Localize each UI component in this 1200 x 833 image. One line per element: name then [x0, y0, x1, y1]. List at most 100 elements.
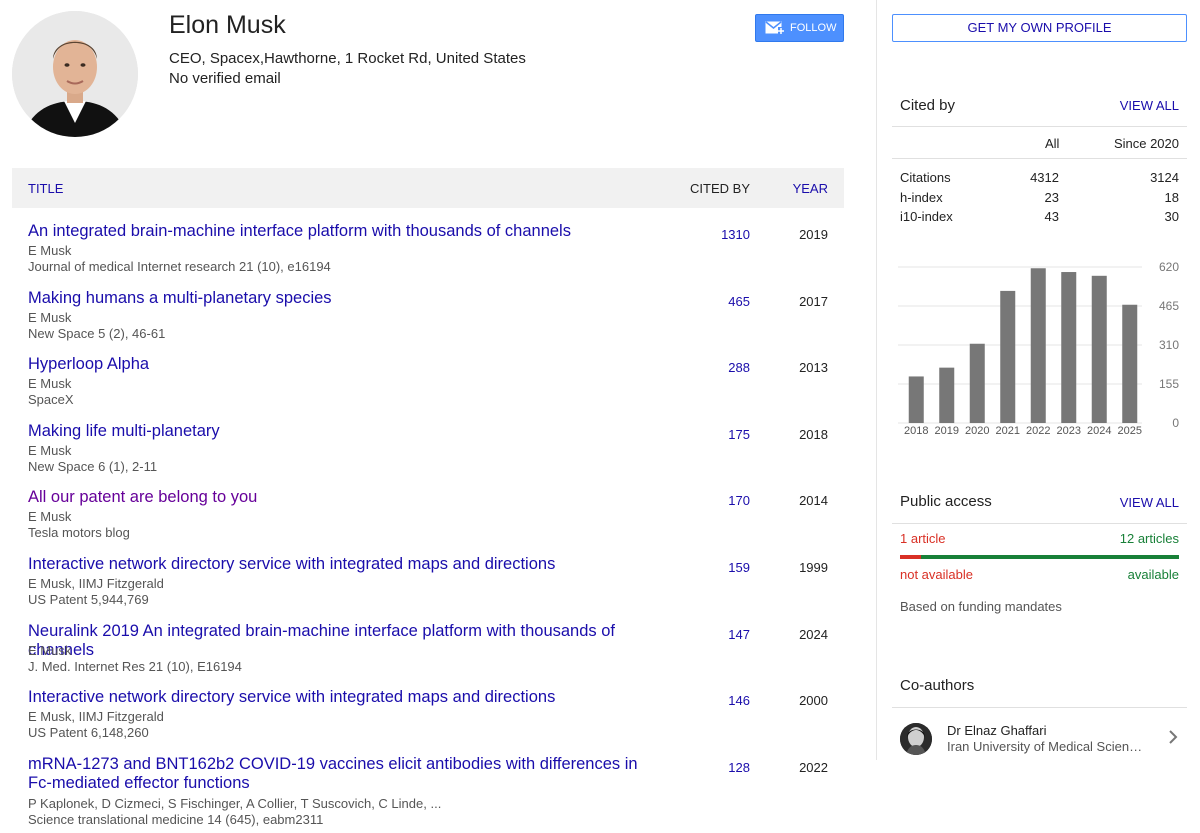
stat-since-value: 30: [1164, 209, 1179, 224]
publication-title[interactable]: Hyperloop Alpha: [28, 355, 658, 374]
divider: [892, 707, 1187, 708]
chart-x-tick-label: 2019: [935, 425, 959, 437]
chart-bar[interactable]: [1030, 268, 1046, 423]
chart-x-tick-label: 2018: [904, 425, 928, 437]
publication-title[interactable]: Neuralink 2019 An integrated brain-machi…: [28, 622, 658, 660]
publication-title[interactable]: Making life multi-planetary: [28, 422, 658, 441]
publication-title[interactable]: Making humans a multi-planetary species: [28, 289, 658, 308]
divider: [892, 152, 1187, 159]
table-row: mRNA-1273 and BNT162b2 COVID-19 vaccines…: [12, 755, 844, 827]
publication-year: 2018: [799, 426, 828, 442]
follow-button[interactable]: FOLLOW: [755, 14, 844, 42]
not-available-count-link[interactable]: 1 article: [900, 531, 946, 546]
stats-col-since: Since 2020: [1113, 136, 1179, 151]
coauthor-name[interactable]: Dr Elnaz Ghaffari: [947, 723, 1046, 738]
chart-bar[interactable]: [1091, 275, 1107, 423]
chart-bar[interactable]: [1061, 272, 1077, 423]
publication-year: 1999: [799, 559, 828, 575]
chart-bar[interactable]: [969, 343, 985, 423]
stats-row: h-index 23 18: [900, 190, 1179, 210]
publication-title[interactable]: Interactive network directory service wi…: [28, 555, 658, 574]
publication-venue: US Patent 6,148,260: [28, 725, 149, 741]
cited-by-count[interactable]: 170: [728, 493, 750, 508]
get-my-own-profile-button[interactable]: GET MY OWN PROFILE: [892, 14, 1187, 42]
available-label: available: [1127, 567, 1179, 582]
sort-by-cited[interactable]: CITED BY: [690, 181, 750, 196]
publication-venue: Tesla motors blog: [28, 525, 130, 541]
coauthor-photo-icon: [900, 723, 932, 755]
profile-photo: [12, 11, 138, 137]
publication-title[interactable]: An integrated brain-machine interface pl…: [28, 222, 658, 241]
publication-authors: P Kaplonek, D Cizmeci, S Fischinger, A C…: [28, 795, 442, 811]
table-row: Making humans a multi-planetary species …: [12, 289, 844, 356]
profile-name: Elon Musk: [169, 11, 286, 39]
not-available-label: not available: [900, 567, 973, 582]
chart-bar[interactable]: [1122, 304, 1138, 423]
co-authors-title: Co-authors: [900, 677, 975, 694]
chart-x-tick-label: 2023: [1057, 425, 1081, 437]
publication-year: 2019: [799, 227, 828, 242]
stats-col-all: All: [1045, 136, 1060, 151]
cited-by-count[interactable]: 465: [728, 294, 750, 309]
publication-authors: E Musk: [28, 376, 72, 392]
publication-year: 2017: [799, 293, 828, 309]
stat-label[interactable]: h-index: [900, 190, 943, 205]
publication-authors: E Musk: [28, 309, 72, 325]
cited-by-count[interactable]: 128: [728, 760, 750, 775]
sort-by-year[interactable]: YEAR: [793, 181, 828, 196]
cited-by-count[interactable]: 147: [728, 627, 750, 642]
publication-title[interactable]: mRNA-1273 and BNT162b2 COVID-19 vaccines…: [28, 755, 658, 793]
cited-by-count[interactable]: 159: [728, 560, 750, 575]
cited-by-count[interactable]: 288: [728, 360, 750, 375]
stat-all-value: 23: [1044, 189, 1059, 205]
publications-table-header: TITLE CITED BY YEAR: [12, 168, 844, 208]
cited-by-count[interactable]: 175: [728, 427, 750, 442]
chevron-right-icon[interactable]: [1167, 729, 1179, 745]
publication-authors: E Musk: [28, 642, 72, 658]
publication-title[interactable]: All our patent are belong to you: [28, 488, 658, 507]
coauthor-institution: Iran University of Medical Sciences: [947, 739, 1147, 754]
stat-since-value: 18: [1164, 189, 1179, 205]
coauthor-item[interactable]: Dr Elnaz Ghaffari Iran University of Med…: [892, 715, 1187, 763]
chart-bar[interactable]: [1000, 290, 1016, 423]
chart-y-tick-label: 155: [1159, 377, 1179, 391]
publication-authors: E Musk: [28, 243, 72, 258]
cited-by-view-all-link[interactable]: VIEW ALL: [1120, 98, 1179, 113]
cited-by-count[interactable]: 1310: [721, 227, 750, 242]
publication-venue: SpaceX: [28, 392, 74, 408]
stat-label[interactable]: i10-index: [900, 209, 953, 224]
coauthor-avatar: [900, 723, 932, 755]
table-row: All our patent are belong to you E Musk …: [12, 488, 844, 555]
publications-list: An integrated brain-machine interface pl…: [12, 222, 844, 827]
stats-header: All Since 2020: [900, 136, 1179, 152]
column-divider: [876, 0, 877, 760]
follow-label: FOLLOW: [790, 22, 837, 34]
chart-y-tick-label: 0: [1172, 416, 1179, 430]
public-access-bar: [900, 555, 1179, 559]
citation-stats-table: All Since 2020 Citations 4312 3124 h-ind…: [892, 136, 1187, 229]
publication-year: 2024: [799, 626, 828, 642]
stat-label[interactable]: Citations: [900, 170, 951, 185]
chart-bar[interactable]: [908, 376, 924, 423]
publication-venue: Science translational medicine 14 (645),…: [28, 811, 324, 827]
publication-venue: J. Med. Internet Res 21 (10), E16194: [28, 658, 242, 674]
publication-venue: US Patent 5,944,769: [28, 591, 149, 607]
divider: [892, 126, 1187, 127]
publication-venue: New Space 6 (1), 2-11: [28, 458, 158, 474]
stat-all-value: 43: [1044, 209, 1059, 224]
table-row: An integrated brain-machine interface pl…: [12, 222, 844, 289]
sort-by-title[interactable]: TITLE: [28, 181, 63, 196]
publication-year: 2000: [799, 693, 828, 709]
publication-title[interactable]: Interactive network directory service wi…: [28, 688, 658, 707]
citations-per-year-chart: 620 465 310 155 0 2018 2019 2020 2021 2022 2023 202…: [898, 260, 1179, 437]
public-access-title: Public access: [900, 493, 992, 510]
table-row: Hyperloop Alpha E Musk SpaceX 288 2013: [12, 355, 844, 422]
chart-bar[interactable]: [939, 367, 955, 423]
chart-x-tick-label: 2025: [1118, 425, 1142, 437]
cited-by-count[interactable]: 146: [728, 693, 750, 708]
chart-y-tick-label: 310: [1159, 338, 1179, 352]
not-available-fill: [900, 555, 922, 559]
available-count-link[interactable]: 12 articles: [1120, 531, 1179, 546]
public-access-view-all-link[interactable]: VIEW ALL: [1120, 495, 1179, 510]
profile-affiliation: CEO, Spacex,Hawthorne, 1 Rocket Rd, Unit…: [169, 50, 526, 67]
